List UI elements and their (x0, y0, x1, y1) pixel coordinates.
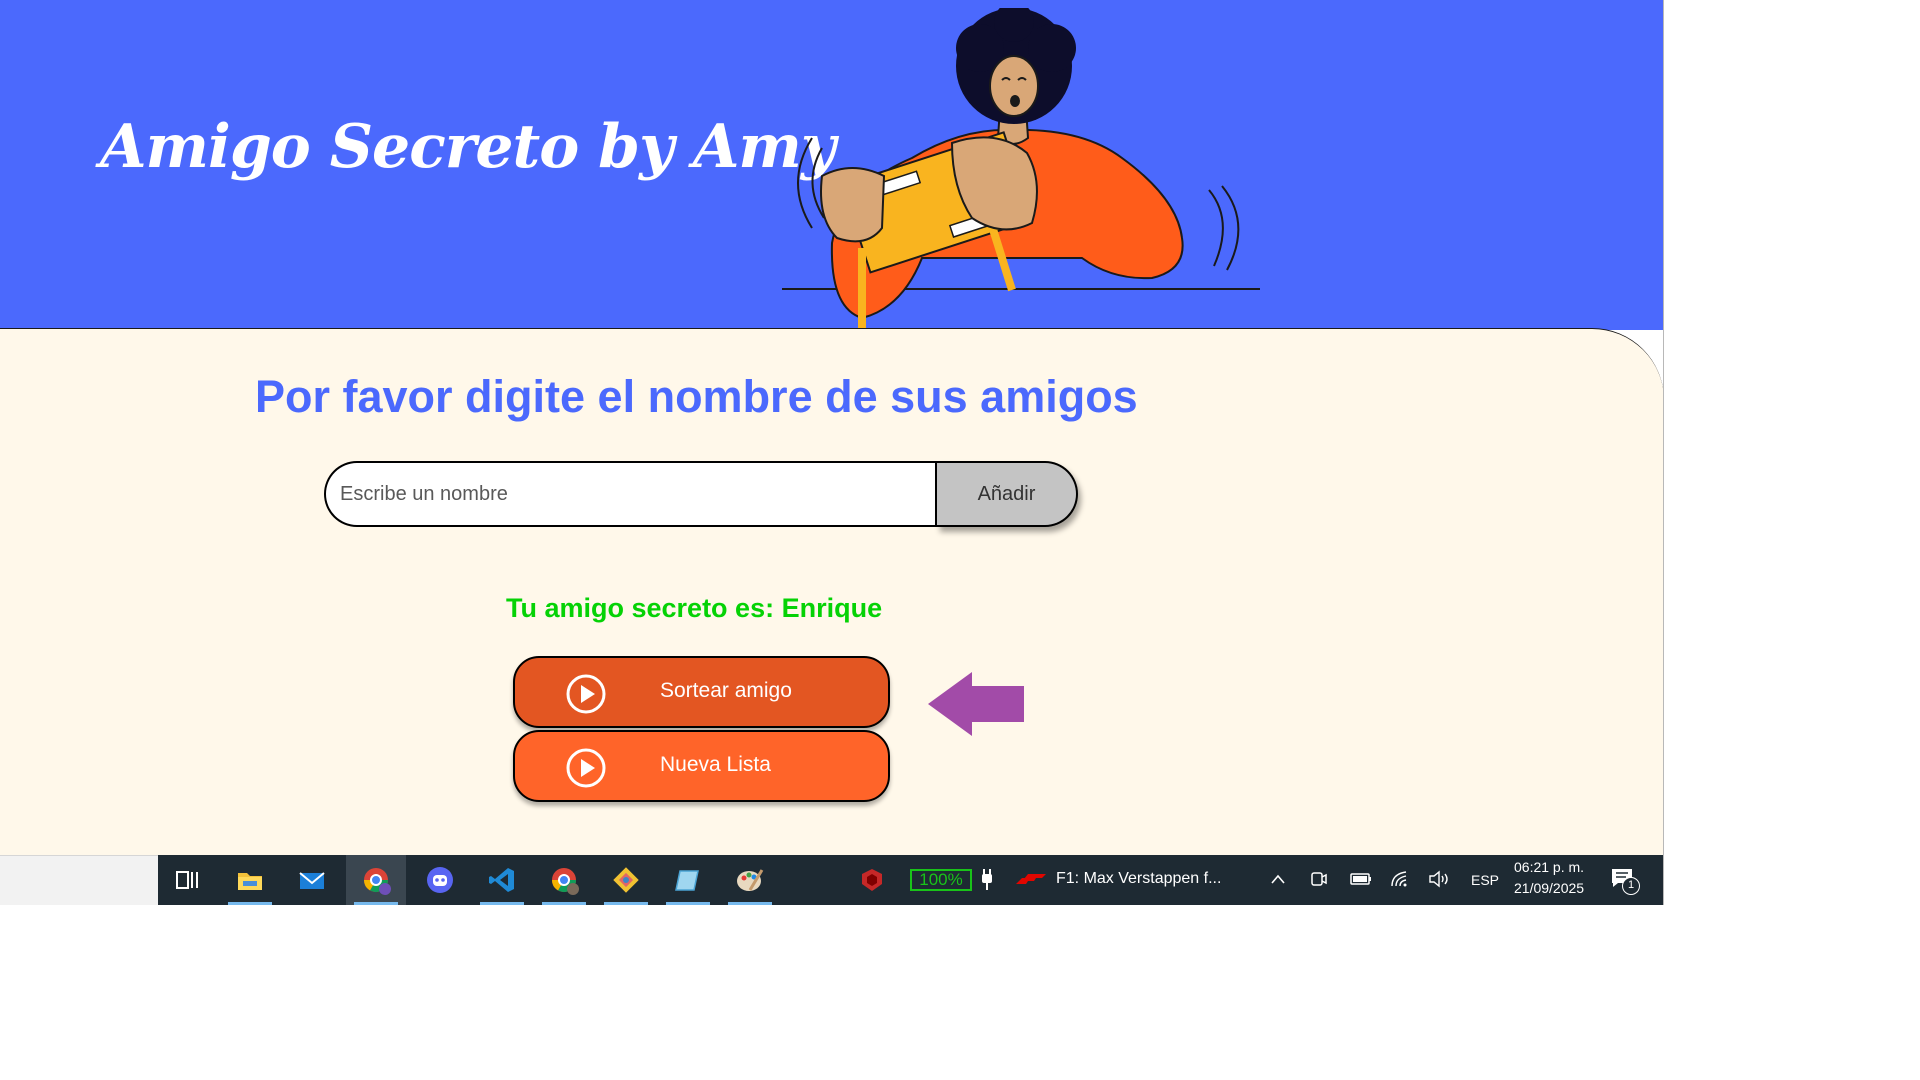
person-with-gift-illustration (782, 8, 1260, 330)
clock-time[interactable]: 06:21 p. m. (1514, 859, 1584, 875)
main-panel: Por favor digite el nombre de sus amigos… (0, 328, 1663, 905)
wifi-icon[interactable] (1390, 870, 1410, 888)
play-icon (566, 748, 606, 788)
input-language[interactable]: ESP (1471, 872, 1499, 888)
battery-icon[interactable] (1350, 871, 1372, 887)
play-icon (566, 674, 606, 714)
new-list-button[interactable]: Nueva Lista (513, 730, 890, 802)
file-explorer-icon[interactable] (220, 855, 280, 905)
chrome-profile-a-icon[interactable] (346, 855, 406, 905)
paint-icon[interactable] (720, 855, 780, 905)
now-playing-widget[interactable]: F1: Max Verstappen f... (1056, 870, 1221, 888)
mail-icon[interactable] (282, 855, 342, 905)
task-view-icon[interactable] (158, 855, 218, 905)
notification-center-button[interactable]: 1 (1610, 865, 1644, 897)
clock-date[interactable]: 21/09/2025 (1514, 880, 1584, 896)
windows-taskbar: 100% F1: Max Verstappen f... ESP 06:21 p… (0, 855, 1663, 905)
app-title: Amigo Secreto by Amy (100, 112, 836, 182)
plug-icon (982, 869, 992, 890)
antivirus-tray-icon[interactable] (860, 868, 884, 892)
input-section: Añadir (324, 461, 1078, 527)
chrome-profile-m-icon[interactable] (534, 855, 594, 905)
draw-friend-button[interactable]: Sortear amigo (513, 656, 890, 728)
section-title: Por favor digite el nombre de sus amigos (255, 371, 1138, 422)
f1-logo-icon (1016, 874, 1046, 884)
taskbar-search-area[interactable] (0, 855, 158, 905)
new-list-label: Nueva Lista (660, 753, 771, 776)
vscode-icon[interactable] (472, 855, 532, 905)
battery-percent[interactable]: 100% (910, 869, 972, 891)
chevron-up-icon[interactable] (1270, 872, 1286, 886)
notes-icon[interactable] (658, 855, 718, 905)
add-button[interactable]: Añadir (937, 461, 1078, 527)
browser-viewport: Amigo Secreto by Amy Por favor digite el… (0, 0, 1664, 905)
meet-now-icon[interactable] (1310, 869, 1328, 889)
discord-icon[interactable] (410, 855, 470, 905)
volume-icon[interactable] (1428, 870, 1450, 888)
friend-name-input[interactable] (324, 461, 939, 527)
git-icon[interactable] (596, 855, 656, 905)
notification-count: 1 (1622, 877, 1640, 895)
secret-friend-result: Tu amigo secreto es: Enrique (506, 593, 883, 623)
left-arrow-annotation-icon (928, 672, 1024, 736)
header: Amigo Secreto by Amy (0, 0, 1663, 330)
draw-friend-label: Sortear amigo (660, 679, 792, 702)
